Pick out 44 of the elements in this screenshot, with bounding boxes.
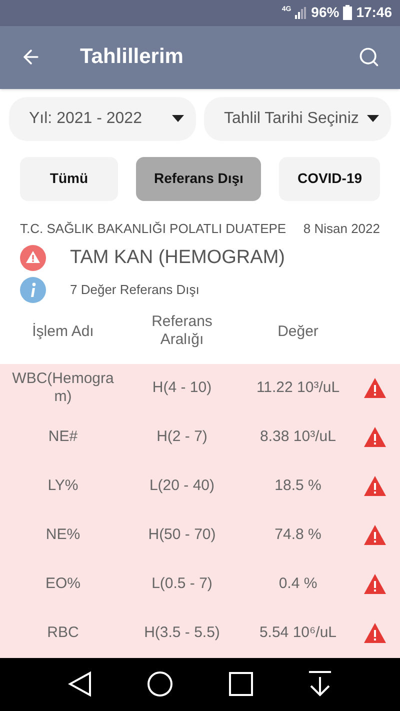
table-cell: 18.5 % (274, 477, 322, 494)
table-cell: L(0.5 - 7) (152, 575, 212, 592)
column-header: Referans Aralığı (150, 312, 214, 350)
result-date: 8 Nisan 2022 (303, 220, 380, 238)
test-name: TAM KAN (HEMOGRAM) (70, 246, 285, 270)
table-cell-text: WBC(Hemogram) (11, 370, 115, 408)
signal-icon (295, 6, 308, 19)
table-cell: 8.38 10³/uL (260, 428, 336, 446)
table-cell: H(50 - 70) (148, 526, 216, 544)
institution-name: T.C. SAĞLIK BAKANLIĞI POLATLI DUATEPE (20, 220, 286, 238)
table-cell: 5.54 10⁶/uL (259, 624, 337, 642)
out-of-range-summary: 7 Değer Referans Dışı (70, 280, 200, 299)
dropdown[interactable]: Tahlil Tarihi Seçiniz (204, 96, 391, 141)
info-icon (20, 276, 46, 303)
table-cell: H(3.5 - 5.5) (144, 624, 220, 642)
search-icon[interactable] (358, 46, 380, 68)
back-icon[interactable] (68, 671, 92, 698)
caret-icon (367, 115, 379, 122)
table-cell-text: EO% (44, 574, 82, 594)
filter-tab[interactable]: Tümü (20, 156, 118, 201)
table-cell: 0.4 % (278, 575, 318, 592)
clock: 17:46 (356, 3, 392, 22)
table-cell-text: RBC (46, 624, 80, 643)
app-title: Tahlillerim (80, 44, 184, 70)
table-cell-text: NE# (47, 428, 79, 447)
recent-apps-icon[interactable] (228, 672, 253, 696)
dropdown[interactable]: Yıl: 2021 - 2022 (9, 96, 196, 141)
caret-icon (172, 115, 184, 122)
table-cell: 11.22 10³/uL (256, 379, 340, 396)
download-icon[interactable] (308, 671, 332, 698)
filter-tab[interactable]: COVID-19 (279, 156, 380, 201)
battery-percent: 96% (311, 3, 340, 22)
table-cell: L(20 - 40) (149, 477, 215, 494)
home-icon[interactable] (147, 671, 174, 698)
table-cell: 74.8 % (274, 526, 322, 544)
column-header: İşlem Adı (32, 322, 94, 340)
table-cell: H(4 - 10) (152, 379, 212, 396)
column-header: Değer (278, 322, 318, 340)
filter-tab[interactable]: Referans Dışı (136, 156, 262, 201)
warning-icon (20, 245, 46, 272)
table-cell-text: NE% (44, 526, 82, 545)
table-cell-text: LY% (46, 476, 80, 496)
table-cell: H(2 - 7) (156, 428, 208, 446)
battery-icon (343, 5, 352, 20)
